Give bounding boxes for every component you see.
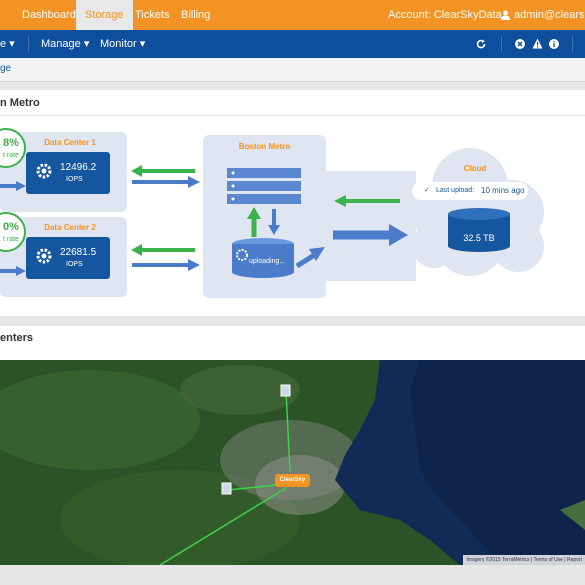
last-upload-badge: ✓ Last upload: 10 mins ago <box>412 182 528 200</box>
tab-dashboard[interactable]: Dashboard <box>22 0 76 30</box>
refresh-icon[interactable] <box>476 39 486 49</box>
menu-fragment[interactable]: e ▾ <box>0 30 15 58</box>
divider <box>28 36 29 52</box>
metro-panel: n Metro Data Center 1 12496.2 IOPS 8% t … <box>0 90 585 316</box>
check-icon: ✓ <box>424 187 430 194</box>
panel-title: enters <box>0 332 34 344</box>
top-nav: Dashboard Storage Tickets Billing Accoun… <box>0 0 585 30</box>
last-upload-label: Last upload: <box>436 187 475 194</box>
cloud-storage-icon <box>448 208 510 252</box>
user-menu[interactable]: admin@clearskyd <box>514 0 585 30</box>
breadcrumb[interactable]: ge <box>0 63 11 74</box>
monitor-menu[interactable]: Monitor ▾ <box>100 30 145 58</box>
upload-status: uploading... <box>249 258 286 265</box>
tab-billing[interactable]: Billing <box>181 0 210 30</box>
cloud-capacity: 32.5 TB <box>463 233 495 243</box>
account-label[interactable]: Account: ClearSkyData <box>388 0 502 30</box>
last-upload-time: 10 mins ago <box>481 186 525 195</box>
cloud-title: Cloud <box>463 164 487 173</box>
close-circle-icon[interactable] <box>515 39 525 49</box>
satellite-map[interactable]: ClearSky Imagery ©2015 TerraMetrics | Te… <box>0 360 585 565</box>
warning-icon[interactable] <box>532 38 543 49</box>
user-icon <box>501 10 510 20</box>
metro-graphics <box>227 168 325 278</box>
map-attribution[interactable]: Imagery ©2015 TerraMetrics | Terms of Us… <box>463 555 585 565</box>
sub-nav: e ▾ Manage ▾ Monitor ▾ <box>0 30 585 58</box>
panel-title: n Metro <box>0 90 585 116</box>
divider <box>501 36 502 52</box>
manage-menu[interactable]: Manage ▾ <box>41 30 89 58</box>
tab-storage[interactable]: Storage <box>76 0 133 30</box>
breadcrumb-bar: ge <box>0 58 585 82</box>
divider <box>572 36 573 52</box>
info-icon[interactable] <box>549 39 559 49</box>
clearsky-map-marker[interactable]: ClearSky <box>275 474 310 487</box>
tab-tickets[interactable]: Tickets <box>135 0 169 30</box>
map-imagery <box>0 360 585 565</box>
